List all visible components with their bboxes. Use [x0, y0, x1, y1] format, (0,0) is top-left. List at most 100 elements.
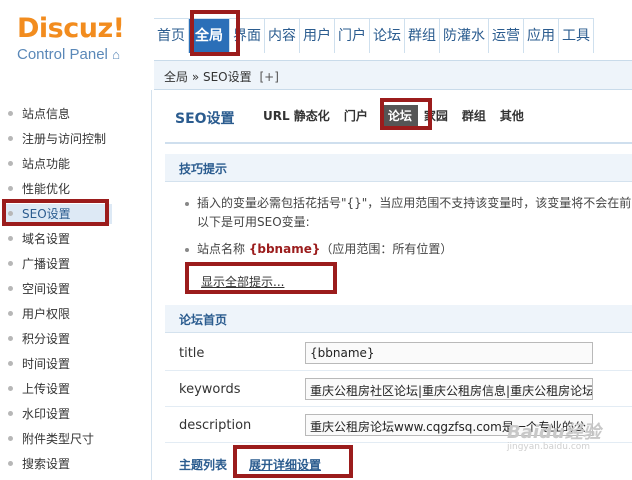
tab-group[interactable]: 群组	[405, 19, 440, 53]
bullet-icon	[8, 386, 13, 391]
logo-sub: Control Panel ⌂	[17, 46, 125, 64]
tab-global[interactable]: 全局	[189, 19, 230, 53]
show-all-tips-link[interactable]: 显示全部提示...	[201, 273, 284, 290]
tab-home[interactable]: 首页	[154, 19, 189, 53]
sidebar-item-label: 上传设置	[22, 382, 71, 396]
bullet-icon	[8, 436, 13, 441]
tip-text-2-scope: （应用范围：所有位置）	[320, 242, 453, 256]
thread-list-title: 主题列表	[179, 458, 228, 472]
tab-users[interactable]: 用户	[300, 19, 335, 53]
seo-variable: {bbname}	[248, 242, 321, 256]
sidebar-item-site-info[interactable]: 站点信息	[8, 104, 70, 124]
baidu-watermark: Baidu经验 jingyan.baidu.com	[507, 418, 601, 452]
sidebar-item-broadcast[interactable]: 广播设置	[8, 254, 70, 274]
sidebar-item-permissions[interactable]: 用户权限	[8, 304, 70, 324]
top-nav: 首页 全局 界面 内容 用户 门户 论坛 群组 防灌水 运营 应用 工具	[154, 18, 594, 54]
tips-header: 技巧提示	[165, 154, 632, 182]
sidebar-item-label: 空间设置	[22, 282, 71, 296]
breadcrumb-bar: 全局 » SEO设置 [+]	[154, 60, 632, 90]
sidebar-item-register[interactable]: 注册与访问控制	[8, 129, 106, 149]
sidebar-item-label: SEO设置	[22, 207, 71, 221]
tip-line-1b: 以下是可用SEO变量:	[197, 215, 310, 229]
sidebar-item-credits[interactable]: 积分设置	[8, 329, 70, 349]
forum-home-title: 论坛首页	[179, 313, 228, 327]
bullet-icon	[8, 411, 13, 416]
tip-line-1: 插入的变量必需包括花括号"{}"，当应用范围不支持该变量时，该变量将不会在前	[185, 194, 631, 211]
divider	[165, 370, 632, 371]
description-label: description	[179, 418, 252, 433]
sidebar-item-upload[interactable]: 上传设置	[8, 379, 70, 399]
bullet-icon	[8, 186, 13, 191]
watermark-brand: Baidu经验	[507, 422, 601, 443]
title-input[interactable]: {bbname}	[305, 342, 593, 364]
sidebar-item-watermark[interactable]: 水印设置	[8, 404, 70, 424]
sidebar-item-label: 域名设置	[22, 232, 71, 246]
sidebar-item-label: 时间设置	[22, 357, 71, 371]
tab-forum[interactable]: 论坛	[370, 19, 405, 53]
sidebar-item-label: 性能优化	[22, 182, 71, 196]
tab-apps[interactable]: 应用	[524, 19, 559, 53]
title-label: title	[179, 346, 205, 361]
bullet-icon	[8, 311, 13, 316]
watermark-url: jingyan.baidu.com	[507, 442, 591, 452]
sidebar-item-label: 注册与访问控制	[22, 132, 107, 146]
logo[interactable]: Discuz! Control Panel ⌂	[17, 14, 125, 64]
sidebar-item-space[interactable]: 空间设置	[8, 279, 70, 299]
tab-antispam[interactable]: 防灌水	[440, 19, 489, 53]
sidebar-item-time[interactable]: 时间设置	[8, 354, 70, 374]
tab-operation[interactable]: 运营	[489, 19, 524, 53]
sidebar-item-label: 水印设置	[22, 407, 71, 421]
sidebar-item-seo[interactable]: SEO设置	[4, 204, 112, 224]
tab-content[interactable]: 内容	[265, 19, 300, 53]
sidebar-item-label: 广播设置	[22, 257, 71, 271]
sidebar-item-label: 用户权限	[22, 307, 71, 321]
tab-tools[interactable]: 工具	[559, 19, 594, 53]
subtab-home[interactable]: 家园	[424, 105, 448, 127]
tab-portal[interactable]: 门户	[335, 19, 370, 53]
bullet-icon	[8, 211, 13, 216]
sidebar-item-features[interactable]: 站点功能	[8, 154, 70, 174]
divider	[165, 142, 632, 144]
bullet-icon	[8, 161, 13, 166]
breadcrumb-text: 全局 » SEO设置	[164, 70, 252, 84]
subtab-forum[interactable]: 论坛	[381, 105, 418, 127]
keywords-input[interactable]: 重庆公租房社区论坛|重庆公租房信息|重庆公租房论坛	[305, 378, 593, 400]
bullet-icon	[185, 247, 189, 252]
sidebar-item-label: 搜索设置	[22, 457, 71, 471]
seo-subtabs: URL 静态化 门户 论坛 家园 群组 其他	[263, 105, 538, 127]
sidebar-item-performance[interactable]: 性能优化	[8, 179, 70, 199]
tab-interface[interactable]: 界面	[230, 19, 265, 53]
sidebar-item-search[interactable]: 搜索设置	[8, 454, 70, 474]
subtab-url-rewrite[interactable]: URL 静态化	[263, 105, 330, 127]
logo-main: Discuz!	[17, 13, 125, 44]
forum-home-header: 论坛首页	[165, 305, 632, 333]
subtab-other[interactable]: 其他	[500, 105, 524, 127]
tip-line-2: 站点名称 {bbname}（应用范围：所有位置）	[185, 240, 452, 257]
sidebar: 站点信息 注册与访问控制 站点功能 性能优化 SEO设置 域名设置 广播设置 空…	[0, 90, 152, 480]
sidebar-item-label: 站点信息	[22, 107, 71, 121]
breadcrumb: 全局 » SEO设置 [+]	[164, 68, 279, 85]
bullet-icon	[8, 286, 13, 291]
add-shortcut-button[interactable]: [+]	[259, 70, 278, 84]
subtab-group[interactable]: 群组	[462, 105, 486, 127]
sidebar-item-domain[interactable]: 域名设置	[8, 229, 70, 249]
bullet-icon	[185, 201, 189, 206]
bullet-icon	[8, 111, 13, 116]
bullet-icon	[8, 261, 13, 266]
tip-text-2: 站点名称	[197, 242, 249, 256]
header: Discuz! Control Panel ⌂ 首页 全局 界面 内容 用户 门…	[0, 0, 632, 63]
subtab-portal[interactable]: 门户	[344, 105, 368, 127]
bullet-icon	[8, 336, 13, 341]
sidebar-item-label: 附件类型尺寸	[22, 432, 95, 446]
sidebar-item-label: 积分设置	[22, 332, 71, 346]
page-title: SEO设置	[175, 111, 235, 127]
tip-text-1: 插入的变量必需包括花括号"{}"，当应用范围不支持该变量时，该变量将不会在前	[197, 196, 632, 210]
expand-settings-link[interactable]: 展开详细设置	[249, 456, 321, 473]
bullet-icon	[8, 136, 13, 141]
keywords-label: keywords	[179, 382, 241, 397]
bullet-icon	[8, 461, 13, 466]
logo-sub-text: Control Panel	[17, 46, 108, 63]
bullet-icon	[8, 236, 13, 241]
sidebar-item-attachment-types[interactable]: 附件类型尺寸	[8, 429, 94, 449]
home-icon: ⌂	[112, 47, 120, 62]
